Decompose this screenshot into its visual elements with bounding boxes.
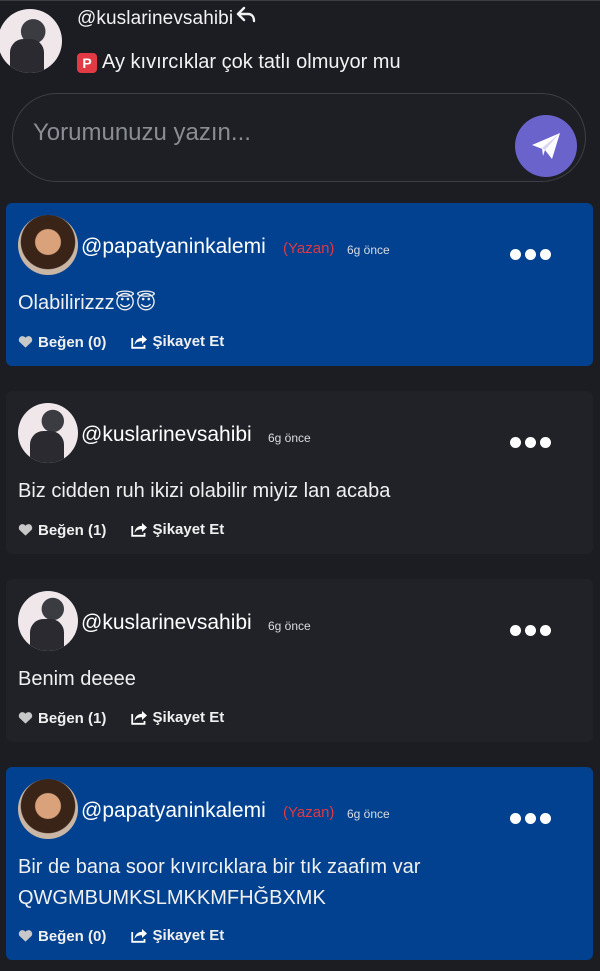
comment-text: Bir de bana soor kıvırcıklara bir tık za… <box>18 852 420 914</box>
more-options-icon[interactable] <box>506 612 551 643</box>
like-button[interactable]: Beğen (1) <box>18 522 106 539</box>
comment-text-line: Bir de bana soor kıvırcıklara bir tık za… <box>18 856 421 878</box>
comment-card: @papatyaninkalemi (Yazan) 6g önce Olabil… <box>6 203 593 366</box>
report-button[interactable]: Şikayet Et <box>130 927 225 944</box>
report-button[interactable]: Şikayet Et <box>130 521 225 538</box>
reply-context: @kuslarinevsahibi P Ay kıvırcıklar çok t… <box>0 0 600 90</box>
report-label: Şikayet Et <box>152 333 225 350</box>
more-options-icon[interactable] <box>506 800 551 831</box>
author-tag: (Yazan) <box>283 240 335 257</box>
more-options-icon[interactable] <box>506 236 551 267</box>
share-report-icon <box>130 711 147 725</box>
comment-actions: Beğen (1) Şikayet Et <box>18 521 244 541</box>
comment-username[interactable]: @papatyaninkalemi <box>81 799 266 823</box>
report-button[interactable]: Şikayet Et <box>130 709 225 726</box>
share-report-icon <box>130 523 147 537</box>
comment-card: @papatyaninkalemi (Yazan) 6g önce Bir de… <box>6 767 593 960</box>
paper-plane-icon <box>532 133 560 159</box>
heart-icon <box>18 712 33 724</box>
like-label: Beğen (0) <box>38 927 107 945</box>
heart-icon <box>18 524 33 536</box>
like-label: Beğen (1) <box>38 521 107 539</box>
context-username[interactable]: @kuslarinevsahibi <box>77 8 233 30</box>
comment-actions: Beğen (1) Şikayet Et <box>18 709 244 729</box>
comment-text: Benim deeee <box>18 668 136 690</box>
comment-text: Biz cidden ruh ikizi olabilir miyiz lan … <box>18 480 391 502</box>
report-label: Şikayet Et <box>152 927 225 944</box>
parking-badge-icon: P <box>77 53 97 73</box>
comment-time: 6g önce <box>268 619 311 633</box>
avatar[interactable] <box>0 9 62 73</box>
avatar[interactable] <box>18 591 78 651</box>
author-tag: (Yazan) <box>283 804 335 821</box>
comment-actions: Beğen (0) Şikayet Et <box>18 333 244 353</box>
report-label: Şikayet Et <box>152 709 225 726</box>
comment-composer <box>12 93 586 182</box>
avatar[interactable] <box>18 403 78 463</box>
like-button[interactable]: Beğen (0) <box>18 334 106 351</box>
share-report-icon <box>130 335 147 349</box>
comment-card: @kuslarinevsahibi 6g önce Benim deeee Be… <box>6 579 593 742</box>
more-options-icon[interactable] <box>506 424 551 455</box>
avatar[interactable] <box>18 779 78 839</box>
comment-text: Olabilirizzz😇😇 <box>18 292 157 314</box>
comment-text-line: QWGMBUMKSLMKKMFHĞBXMK <box>18 887 326 909</box>
comment-time: 6g önce <box>347 807 390 821</box>
share-report-icon <box>130 929 147 943</box>
comment-username[interactable]: @papatyaninkalemi <box>81 235 266 259</box>
comment-username[interactable]: @kuslarinevsahibi <box>81 423 252 447</box>
like-button[interactable]: Beğen (0) <box>18 928 106 945</box>
comment-username[interactable]: @kuslarinevsahibi <box>81 611 252 635</box>
report-button[interactable]: Şikayet Et <box>130 333 225 350</box>
report-label: Şikayet Et <box>152 521 225 538</box>
context-comment-text: Ay kıvırcıklar çok tatlı olmuyor mu <box>102 51 401 73</box>
avatar[interactable] <box>18 215 78 275</box>
comment-input[interactable] <box>31 112 505 154</box>
heart-icon <box>18 336 33 348</box>
reply-icon[interactable] <box>236 6 256 30</box>
comment-card: @kuslarinevsahibi 6g önce Biz cidden ruh… <box>6 391 593 554</box>
heart-icon <box>18 930 33 942</box>
like-button[interactable]: Beğen (1) <box>18 710 106 727</box>
comment-time: 6g önce <box>268 431 311 445</box>
send-button[interactable] <box>515 115 577 177</box>
comment-time: 6g önce <box>347 243 390 257</box>
comment-actions: Beğen (0) Şikayet Et <box>18 927 244 947</box>
like-label: Beğen (0) <box>38 333 107 351</box>
like-label: Beğen (1) <box>38 709 107 727</box>
